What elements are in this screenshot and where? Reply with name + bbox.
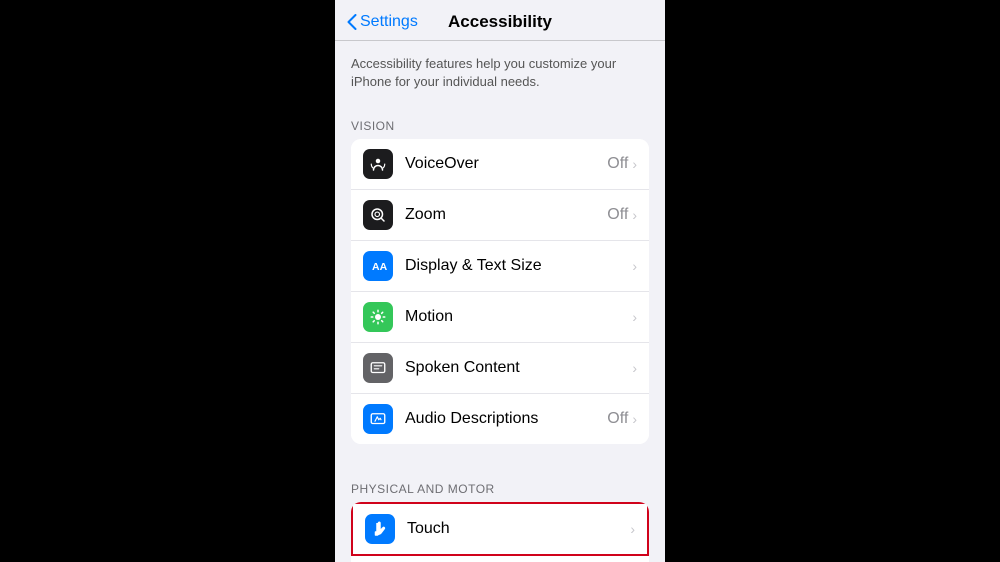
spoken-label: Spoken Content (405, 359, 632, 377)
touch-chevron: › (630, 521, 635, 537)
vision-group: VoiceOver Off › Zoom Off › (351, 139, 649, 444)
touch-label: Touch (407, 520, 630, 538)
list-item-motion[interactable]: Motion › (351, 292, 649, 343)
list-item-zoom[interactable]: Zoom Off › (351, 190, 649, 241)
audio-icon (363, 404, 393, 434)
zoom-label: Zoom (405, 206, 607, 224)
audio-chevron: › (632, 411, 637, 427)
back-button[interactable]: Settings (347, 13, 418, 31)
zoom-value: Off (607, 206, 628, 224)
motion-chevron: › (632, 309, 637, 325)
voiceover-icon (363, 149, 393, 179)
zoom-icon (363, 200, 393, 230)
audio-value: Off (607, 410, 628, 428)
display-icon: AA (363, 251, 393, 281)
nav-bar: Settings Accessibility (335, 0, 665, 41)
section-header-vision: VISION (335, 101, 665, 139)
list-item-faceid[interactable]: Face ID & Attention › (351, 556, 649, 562)
phone-screen: Settings Accessibility Accessibility fea… (335, 0, 665, 562)
page-title: Accessibility (448, 12, 552, 32)
voiceover-chevron: › (632, 156, 637, 172)
motion-icon (363, 302, 393, 332)
section-header-motor: PHYSICAL AND MOTOR (335, 464, 665, 502)
touch-icon (365, 514, 395, 544)
display-label: Display & Text Size (405, 257, 632, 275)
list-item-touch[interactable]: Touch › (351, 502, 649, 556)
display-chevron: › (632, 258, 637, 274)
list-item-spoken[interactable]: Spoken Content › (351, 343, 649, 394)
list-item-display[interactable]: AA Display & Text Size › (351, 241, 649, 292)
list-item-voiceover[interactable]: VoiceOver Off › (351, 139, 649, 190)
audio-label: Audio Descriptions (405, 410, 607, 428)
motor-group: Touch › Face ID & Attention › (351, 502, 649, 562)
spoken-chevron: › (632, 360, 637, 376)
scroll-content[interactable]: Accessibility features help you customiz… (335, 41, 665, 562)
list-item-audio[interactable]: Audio Descriptions Off › (351, 394, 649, 444)
svg-text:AA: AA (372, 261, 387, 273)
spoken-icon (363, 353, 393, 383)
voiceover-label: VoiceOver (405, 155, 607, 173)
voiceover-value: Off (607, 155, 628, 173)
zoom-chevron: › (632, 207, 637, 223)
motion-label: Motion (405, 308, 632, 326)
description-text: Accessibility features help you customiz… (335, 41, 665, 101)
back-label: Settings (360, 13, 418, 31)
